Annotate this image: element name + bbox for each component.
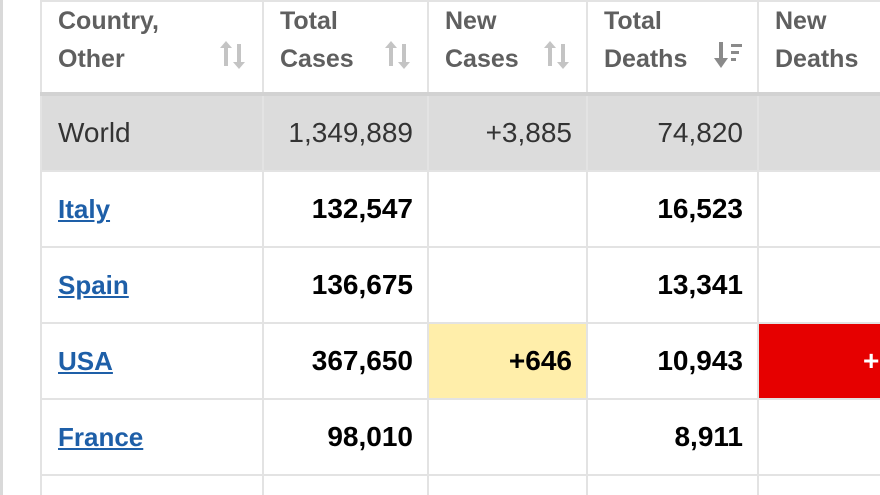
new-deaths-cell: [757, 398, 880, 476]
total-cases-cell: 98,010: [262, 398, 429, 476]
country-name: World: [40, 93, 264, 172]
coronavirus-table-container: Country, Other Total Cases New Cases Tot…: [40, 0, 880, 495]
total-deaths-cell: 8,911: [586, 398, 759, 476]
new-cases-cell: [427, 398, 588, 476]
table-row-world: World 1,349,889 +3,885 74,820 +1: [40, 93, 880, 172]
header-country-other[interactable]: Country, Other: [40, 0, 264, 96]
sort-arrows-icon[interactable]: [218, 40, 248, 70]
header-new-deaths[interactable]: New Deaths: [757, 0, 880, 96]
table-row: Spain 136,675 13,341: [40, 246, 880, 324]
new-cases-cell: +646: [427, 322, 588, 400]
table-header-row: Country, Other Total Cases New Cases Tot…: [40, 0, 880, 96]
total-cases-cell: 132,547: [262, 170, 429, 248]
new-deaths-cell: +1: [757, 93, 880, 172]
table-row: USA 367,650 +646 10,943 +: [40, 322, 880, 400]
sort-desc-icon[interactable]: [713, 40, 743, 70]
header-total-deaths[interactable]: Total Deaths: [586, 0, 759, 96]
header-total-cases[interactable]: Total Cases: [262, 0, 429, 96]
sort-arrows-icon[interactable]: [542, 40, 572, 70]
new-deaths-cell: +: [757, 322, 880, 400]
new-deaths-cell: [757, 170, 880, 248]
country-link[interactable]: France: [58, 422, 143, 452]
left-border: [0, 0, 3, 495]
total-deaths-cell: 10,943: [586, 322, 759, 400]
country-link[interactable]: Spain: [58, 270, 129, 300]
total-cases-cell: 1,349,889: [262, 93, 429, 172]
country-link[interactable]: USA: [58, 346, 113, 376]
total-cases-cell: 136,675: [262, 246, 429, 324]
table-row: [40, 474, 880, 495]
header-new-cases[interactable]: New Cases: [427, 0, 588, 96]
new-cases-cell: [427, 170, 588, 248]
table-row: France 98,010 8,911: [40, 398, 880, 476]
country-link[interactable]: Italy: [58, 194, 110, 224]
sort-arrows-icon[interactable]: [383, 40, 413, 70]
table-row: Italy 132,547 16,523: [40, 170, 880, 248]
total-deaths-cell: 74,820: [586, 93, 759, 172]
total-deaths-cell: 13,341: [586, 246, 759, 324]
new-cases-cell: [427, 246, 588, 324]
total-deaths-cell: 16,523: [586, 170, 759, 248]
new-cases-cell: +3,885: [427, 93, 588, 172]
coronavirus-stats-table: Country, Other Total Cases New Cases Tot…: [40, 0, 880, 495]
total-cases-cell: 367,650: [262, 322, 429, 400]
new-deaths-cell: [757, 246, 880, 324]
